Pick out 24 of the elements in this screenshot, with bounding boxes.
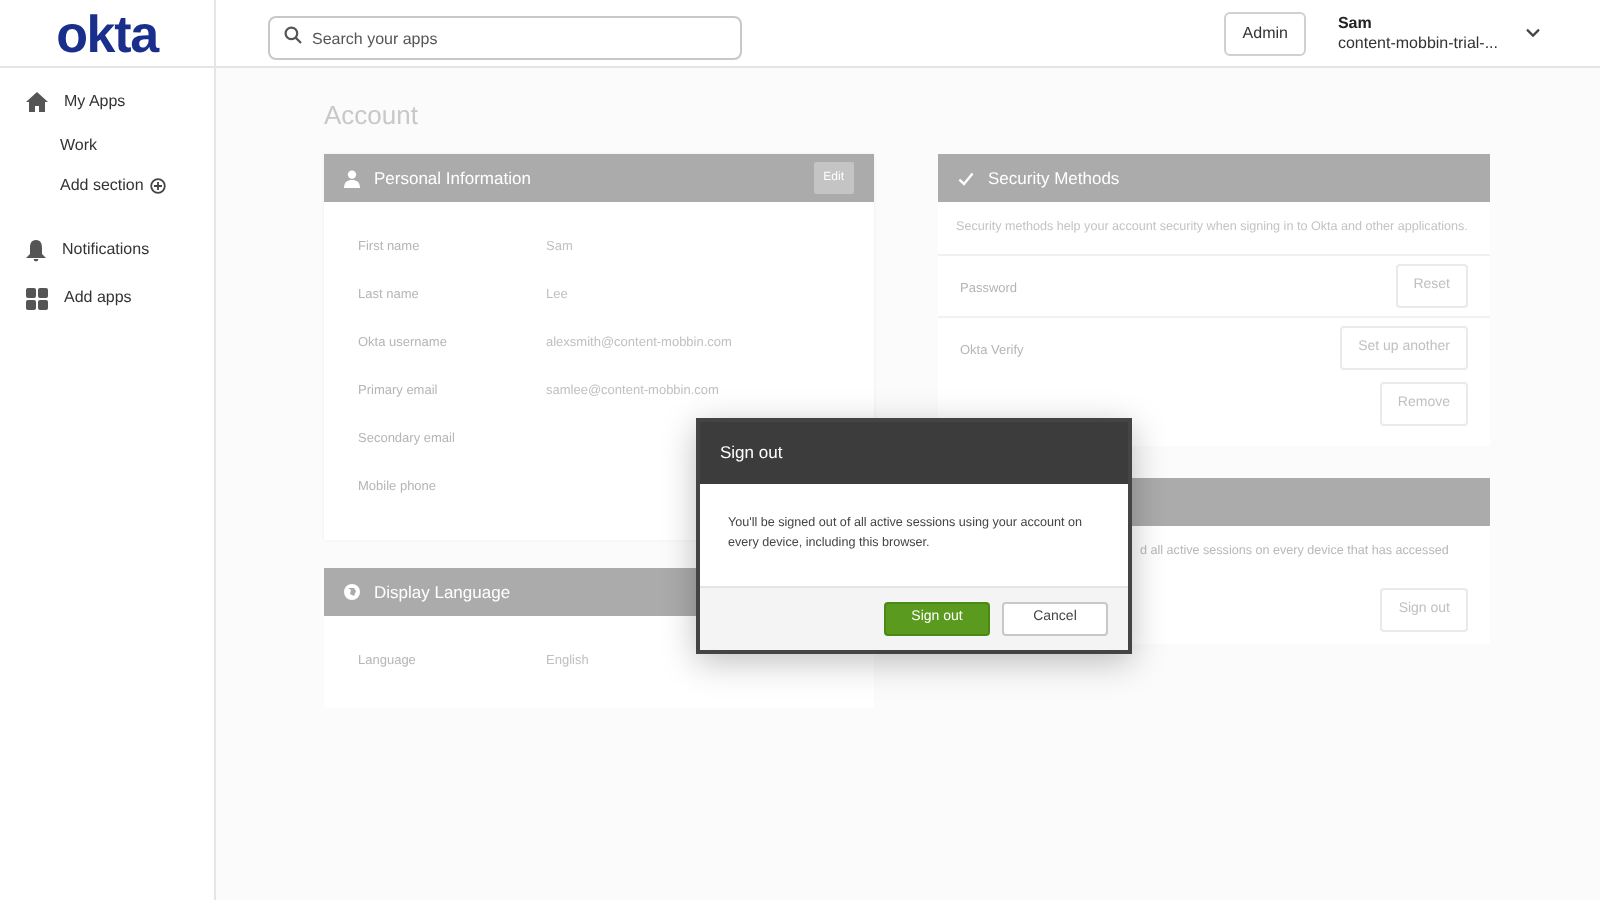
globe-icon	[344, 584, 360, 600]
card-title: Personal Information	[374, 165, 531, 191]
user-name: Sam	[1337, 13, 1374, 33]
card-title: Display Language	[374, 579, 511, 605]
bell-icon	[26, 239, 46, 261]
sidebar-item[interactable]: Notifications	[0, 226, 214, 274]
chevron-down-icon	[1526, 28, 1540, 38]
add-section-link[interactable]: Add section	[0, 166, 214, 206]
okta-logo[interactable]: okta	[56, 7, 158, 59]
sidebar-item[interactable]: Add apps	[0, 274, 214, 322]
sidebar-item[interactable]: My Apps	[0, 78, 214, 126]
admin-button[interactable]: Admin	[1224, 11, 1306, 55]
grid-icon	[26, 287, 48, 309]
dialog-title: Sign out	[720, 440, 783, 466]
person-icon	[344, 169, 360, 187]
check-icon	[958, 171, 974, 185]
search-icon	[284, 25, 302, 43]
org-name: content-mobbin-trial-...	[1337, 33, 1498, 53]
card-title: Security Methods	[988, 165, 1120, 191]
home-icon	[26, 92, 48, 112]
sidebar-subitem[interactable]: Work	[0, 126, 214, 166]
user-menu[interactable]: Sam content-mobbin-trial-...	[1337, 13, 1540, 53]
search-field[interactable]: Search your apps	[268, 16, 742, 60]
plus-circle-icon	[149, 178, 166, 194]
